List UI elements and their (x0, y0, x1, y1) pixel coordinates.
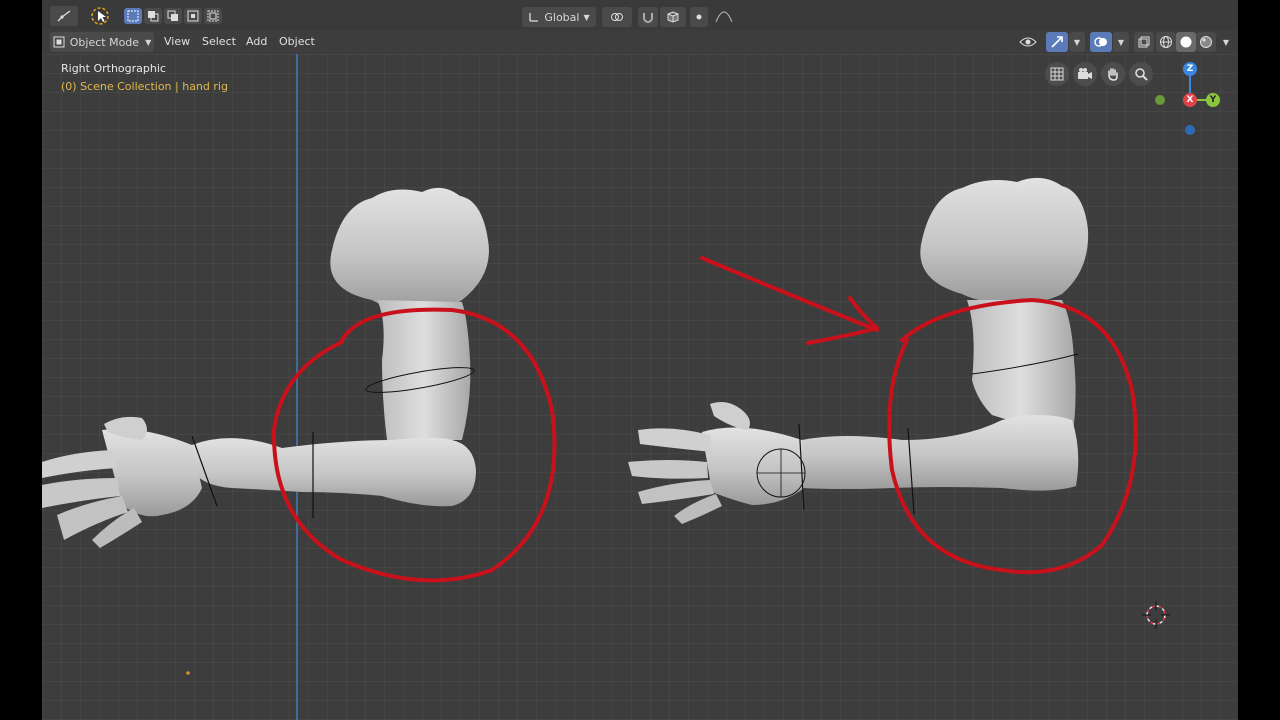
3d-cursor-icon[interactable] (1142, 601, 1170, 629)
viewport-scene (42, 54, 1170, 720)
blender-window: Global ▼ Object Mode ▼ View Select Add O… (42, 0, 1238, 720)
arrow-shaft (700, 256, 879, 332)
object-origin-dot (186, 671, 190, 675)
left-arm-mesh (42, 187, 489, 548)
right-arm-mesh (628, 177, 1089, 524)
